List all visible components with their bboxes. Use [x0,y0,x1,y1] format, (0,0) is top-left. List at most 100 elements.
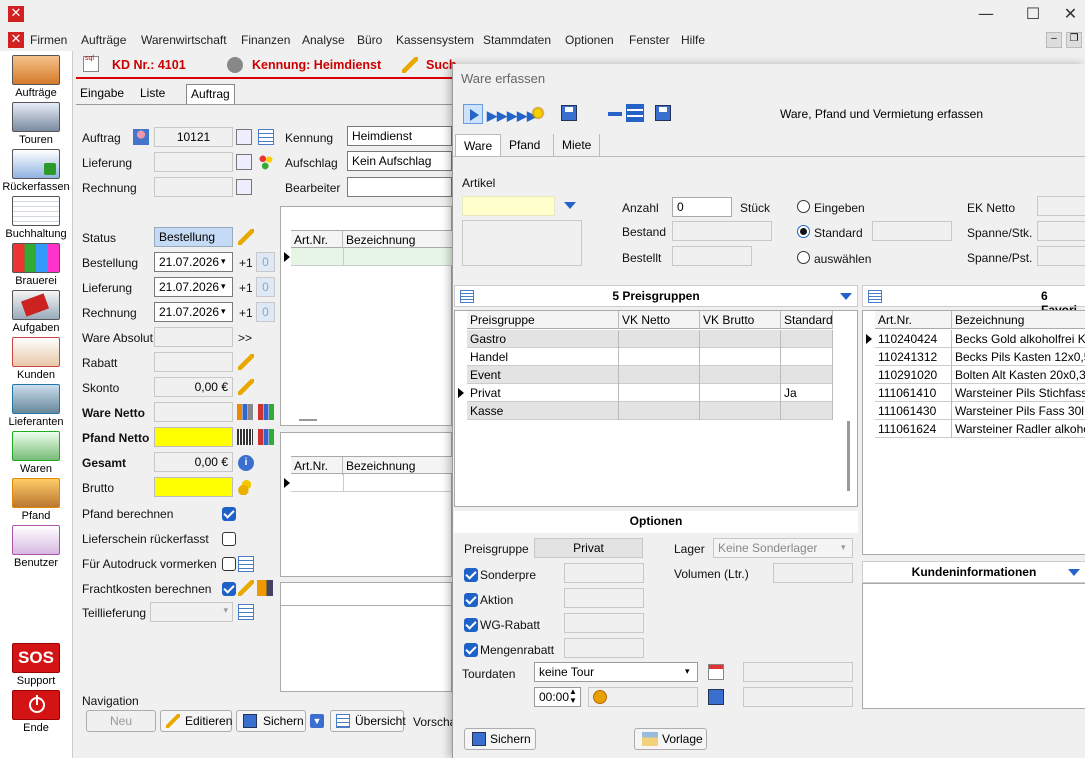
lieferschein-checkbox[interactable] [222,532,236,546]
rabatt-field[interactable] [154,352,233,372]
sonderpreis-checkbox[interactable] [464,568,478,582]
cell-artnr[interactable]: 110241312 [875,348,952,366]
cell-standard[interactable] [781,330,833,348]
table-icon[interactable] [868,290,882,303]
fast-forward-icon[interactable]: ▶▶ [487,108,507,124]
sidebar-item-benutzer[interactable]: Benutzer [0,525,72,569]
ware-absolut-field[interactable] [154,327,233,347]
cell-vk-brutto[interactable] [700,366,781,384]
plus-one-label[interactable]: +1 [239,306,253,320]
search-icon[interactable] [236,129,252,145]
cell-bezeichnung[interactable]: Warsteiner Pils Stichfass Fa [952,384,1085,402]
pencil-icon[interactable] [238,580,254,596]
sidebar-item-brauerei[interactable]: Brauerei [0,243,72,287]
cell-artnr[interactable]: 110291020 [875,366,952,384]
floppy-disk-icon[interactable] [655,105,671,121]
mengenrabatt-checkbox[interactable] [464,643,478,657]
cell-bezeichnung[interactable]: Becks Gold alkoholfrei Kaste [952,330,1085,348]
auftrag-field[interactable]: 10121 [154,127,233,147]
col-bezeichnung[interactable]: Bezeichnung [343,231,453,249]
cell-vk-netto[interactable] [619,366,700,384]
floppy-disk-icon[interactable] [708,689,724,705]
col-preisgruppe[interactable]: Preisgruppe [467,311,619,329]
table-icon[interactable] [238,604,254,620]
lieferung-field[interactable] [154,152,233,172]
menu-app-icon[interactable]: ✕ [8,32,24,48]
kennung-field[interactable]: Heimdienst [347,126,452,146]
cell-standard[interactable]: Ja [781,384,833,402]
cell-bezeichnung[interactable]: Warsteiner Radler alkoholfre [952,420,1085,438]
dialog-save-button[interactable]: Sichern [464,728,536,750]
anzahl-input[interactable]: 0 [672,197,732,217]
col-bezeichnung[interactable]: Bezeichnung [952,311,1085,329]
chevron-down-icon[interactable]: ▾ [221,256,226,267]
cell-vk-brutto[interactable] [700,348,781,366]
radio-standard[interactable] [797,225,810,238]
mdi-minimize-button[interactable]: – [1046,32,1062,48]
sidebar-item-lieferanten[interactable]: Lieferanten [0,384,72,428]
tab-eingabe[interactable]: Eingabe [76,84,128,104]
list-view-icon[interactable] [626,104,644,122]
aktion-checkbox[interactable] [464,593,478,607]
deposit-grid[interactable]: Art.Nr. Bezeichnung [280,432,453,577]
tab-auftrag[interactable]: Auftrag [186,84,235,104]
new-button[interactable]: Neu [86,710,156,732]
positions-grid[interactable]: Art.Nr. Bezeichnung [280,206,453,426]
cell-vk-brutto[interactable] [700,384,781,402]
tab-liste[interactable]: Liste [136,84,169,104]
sidebar-item-rueckerfassen[interactable]: Rückerfassen [0,149,72,193]
time-spinner-icon[interactable]: ▲ ▼ [569,687,577,705]
cell-preisgruppe[interactable]: Kasse [467,402,619,420]
table-row[interactable]: 111061410Warsteiner Pils Stichfass Fa [875,384,1085,402]
col-vk-netto[interactable]: VK Netto [619,311,700,329]
overview-button[interactable]: Übersicht [330,710,406,732]
save-dropdown-button[interactable]: ▼ [310,714,324,728]
sidebar-item-pfand[interactable]: Pfand [0,478,72,522]
table-row[interactable]: Privat Ja [467,384,833,402]
status-field[interactable]: Bestellung [154,227,233,247]
cell-bezeichnung[interactable]: Warsteiner Pils Fass 30l [952,402,1085,420]
pencil-icon[interactable] [238,379,254,395]
bearbeiter-field[interactable] [347,177,452,197]
plus-one-label[interactable]: +1 [239,281,253,295]
sidebar-item-waren[interactable]: Waren [0,431,72,475]
collapse-icon[interactable] [608,112,622,116]
autodruck-checkbox[interactable] [222,557,236,571]
play-icon[interactable] [463,104,483,124]
delivery-truck-icon[interactable] [257,580,273,596]
preisgruppen-grid[interactable]: Preisgruppe VK Netto VK Brutto Standard … [454,310,858,507]
offset-field[interactable]: 0 [256,302,275,322]
chevron-down-icon[interactable]: ▾ [841,542,846,553]
table-row[interactable] [291,248,453,266]
new-item-icon[interactable] [530,105,546,121]
close-button[interactable]: ✕ [1056,0,1085,28]
cell-vk-netto[interactable] [619,330,700,348]
cell-vk-netto[interactable] [619,402,700,420]
table-icon[interactable] [258,129,274,145]
cell-standard[interactable] [781,348,833,366]
favoriten-grid[interactable]: Art.Nr. Bezeichnung 110240424 Becks Gold … [862,310,1085,555]
cell-standard[interactable] [781,366,833,384]
sidebar-item-ende[interactable]: Ende [0,690,72,734]
col-artnr[interactable]: Art.Nr. [291,457,343,475]
table-row[interactable]: 111061430 Warsteiner Pils Fass 30l [875,402,1085,420]
tab-pfand[interactable]: Pfand [499,134,549,156]
table-row[interactable]: Event [467,366,833,384]
clock-icon[interactable] [593,690,607,704]
table-row[interactable]: 111061624Warsteiner Radler alkoholfre [875,420,1085,438]
sidebar-item-touren[interactable]: Touren [0,102,72,146]
teillieferung-select[interactable]: ▾ [150,602,233,622]
menu-optionen[interactable]: Optionen [565,33,614,47]
cell-artnr[interactable]: 111061624 [875,420,952,438]
info-icon[interactable]: i [238,455,254,471]
menu-firmen[interactable]: Firmen [30,33,67,47]
document-icon[interactable]: sql [83,55,99,72]
cell-preisgruppe[interactable]: Event [467,366,619,384]
menu-warenwirtschaft[interactable]: Warenwirtschaft [141,33,227,47]
menu-finanzen[interactable]: Finanzen [241,33,290,47]
cell-bezeichnung[interactable]: Bolten Alt Kasten 20x0,33l [952,366,1085,384]
gear-icon[interactable] [227,57,243,73]
col-vk-brutto[interactable]: VK Brutto [700,311,781,329]
collapse-icon[interactable] [840,293,852,300]
table-row[interactable] [291,474,453,492]
